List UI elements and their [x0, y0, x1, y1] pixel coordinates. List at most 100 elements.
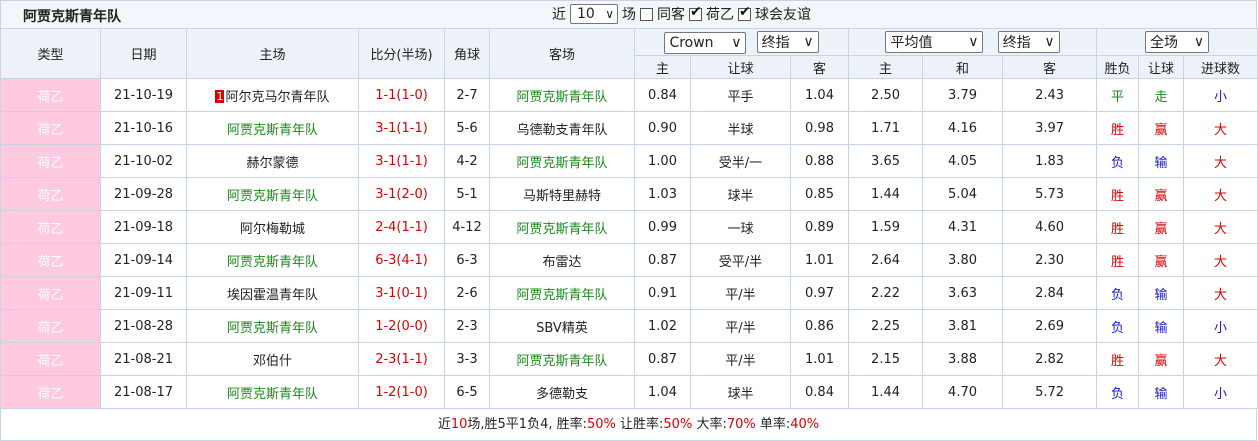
- company-select[interactable]: Crown ∨: [664, 31, 747, 54]
- league-badge[interactable]: 荷乙: [0, 276, 101, 310]
- odds-handicap: 平/半: [690, 309, 791, 343]
- away-team[interactable]: 布雷达: [489, 243, 635, 277]
- away-team[interactable]: 阿贾克斯青年队: [489, 276, 635, 310]
- goals-result: 大: [1183, 276, 1258, 310]
- home-team[interactable]: 阿贾克斯青年队: [186, 243, 359, 277]
- handicap-result: 输: [1138, 375, 1185, 409]
- home-team[interactable]: 阿尔梅勒城: [186, 210, 359, 244]
- odds-home: 0.99: [634, 210, 691, 244]
- avg-home: 2.64: [848, 243, 924, 277]
- league-badge[interactable]: 荷乙: [0, 342, 101, 376]
- league-badge[interactable]: 荷乙: [0, 309, 101, 343]
- avg-type-select[interactable]: 终指 ∨: [997, 31, 1060, 53]
- corners: 3-3: [444, 342, 490, 376]
- full-time-score: 3-1: [375, 120, 397, 136]
- away-team[interactable]: 阿贾克斯青年队: [489, 78, 635, 112]
- odds-home: 0.90: [634, 111, 691, 145]
- away-team[interactable]: 阿贾克斯青年队: [489, 342, 635, 376]
- avg-away: 2.69: [1002, 309, 1098, 343]
- away-team[interactable]: 多德勒支: [489, 375, 635, 409]
- home-team[interactable]: 埃因霍温青年队: [186, 276, 359, 310]
- away-team[interactable]: 马斯特里赫特: [489, 177, 635, 211]
- match-score[interactable]: 6-3(4-1): [358, 243, 445, 277]
- col-goals: 进球数: [1183, 55, 1258, 79]
- col-handicap-result: 让球: [1138, 55, 1185, 79]
- full-time-score: 2-4: [375, 219, 397, 235]
- home-team-name: 阿贾克斯青年队: [226, 320, 318, 336]
- league-checkbox[interactable]: [689, 4, 702, 21]
- league-badge[interactable]: 荷乙: [0, 243, 101, 277]
- summary-prefix: 近: [437, 417, 451, 432]
- avg-select[interactable]: 平均值 ∨: [885, 31, 984, 53]
- match-date: 21-09-14: [100, 243, 187, 277]
- league-badge[interactable]: 荷乙: [0, 144, 101, 178]
- col-corners: 角球: [444, 28, 490, 79]
- result: 负: [1096, 375, 1140, 409]
- avg-draw: 3.80: [922, 243, 1004, 277]
- home-team[interactable]: 邓伯什: [186, 342, 359, 376]
- home-team[interactable]: 阿贾克斯青年队: [186, 375, 359, 409]
- odds-home: 0.91: [634, 276, 691, 310]
- odds-home: 1.02: [634, 309, 691, 343]
- match-score[interactable]: 2-3(1-1): [358, 342, 445, 376]
- league-badge[interactable]: 荷乙: [0, 111, 101, 145]
- match-date: 21-08-28: [100, 309, 187, 343]
- match-score[interactable]: 3-1(2-0): [358, 177, 445, 211]
- home-team-name: 阿贾克斯青年队: [226, 122, 318, 138]
- away-team[interactable]: 阿贾克斯青年队: [489, 210, 635, 244]
- scope-select[interactable]: 全场 ∨: [1145, 31, 1210, 53]
- match-rows: 荷乙 21-10-19 1 阿尔克马尔青年队 1-1(1-0) 2-7 阿贾克斯青年队 0.8…: [0, 78, 1258, 409]
- result: 负: [1096, 144, 1140, 178]
- goals-result: 小: [1183, 309, 1258, 343]
- table-row: 荷乙 21-10-16 阿贾克斯青年队 3-1(1-1) 5-6 乌德勒支青年队 0.90 半…: [0, 111, 1258, 145]
- home-team[interactable]: 阿贾克斯青年队: [186, 111, 359, 145]
- summary-bar: 近10场,胜5平1负4, 胜率:50% 让胜率:50% 大率:70% 单率:40…: [0, 409, 1257, 441]
- match-score[interactable]: 1-1(1-0): [358, 78, 445, 112]
- handicap-result: 赢: [1138, 210, 1185, 244]
- friendly-checkbox[interactable]: [738, 4, 751, 21]
- corners: 6-5: [444, 375, 490, 409]
- home-team[interactable]: 1 阿尔克马尔青年队: [186, 78, 359, 112]
- col-home: 主场: [186, 28, 359, 79]
- league-label: 荷乙: [706, 7, 734, 23]
- handicap-result: 赢: [1138, 111, 1185, 145]
- avg-away: 2.82: [1002, 342, 1098, 376]
- handicap-result: 输: [1138, 144, 1185, 178]
- match-date: 21-09-18: [100, 210, 187, 244]
- league-badge[interactable]: 荷乙: [0, 210, 101, 244]
- same-side-checkbox[interactable]: [640, 7, 653, 21]
- match-score[interactable]: 1-2(1-0): [358, 375, 445, 409]
- goals-result: 大: [1183, 210, 1258, 244]
- full-time-score: 3-1: [375, 186, 397, 202]
- match-score[interactable]: 3-1(1-1): [358, 111, 445, 145]
- match-score[interactable]: 3-1(1-1): [358, 144, 445, 178]
- match-score[interactable]: 1-2(0-0): [358, 309, 445, 343]
- odds-away: 0.84: [789, 375, 850, 409]
- home-team[interactable]: 阿贾克斯青年队: [186, 177, 359, 211]
- scope-header: 全场 ∨: [1096, 28, 1258, 56]
- league-badge[interactable]: 荷乙: [0, 177, 101, 211]
- odds-handicap: 平手: [690, 78, 791, 112]
- league-badge[interactable]: 荷乙: [0, 78, 101, 112]
- goals-result: 大: [1183, 144, 1258, 178]
- avg-draw: 3.81: [922, 309, 1004, 343]
- league-badge[interactable]: 荷乙: [0, 375, 101, 409]
- table-row: 荷乙 21-10-19 1 阿尔克马尔青年队 1-1(1-0) 2-7 阿贾克斯青年队 0.8…: [0, 78, 1258, 112]
- odds-home: 0.87: [634, 243, 691, 277]
- home-team[interactable]: 阿贾克斯青年队: [186, 309, 359, 343]
- away-team[interactable]: 乌德勒支青年队: [489, 111, 635, 145]
- away-team[interactable]: SBV精英: [489, 309, 635, 343]
- match-date: 21-08-17: [100, 375, 187, 409]
- odds-away: 0.97: [789, 276, 850, 310]
- match-date: 21-08-21: [100, 342, 187, 376]
- summary-hcap-rate: 50%: [663, 417, 693, 432]
- match-score[interactable]: 2-4(1-1): [358, 210, 445, 244]
- home-team[interactable]: 赫尔蒙德: [186, 144, 359, 178]
- col-date: 日期: [100, 28, 187, 79]
- away-team[interactable]: 阿贾克斯青年队: [489, 144, 635, 178]
- match-score[interactable]: 3-1(0-1): [358, 276, 445, 310]
- home-team-name: 阿贾克斯青年队: [226, 386, 318, 402]
- odds-handicap: 平/半: [690, 276, 791, 310]
- match-count-select[interactable]: 10 ∨: [570, 4, 618, 24]
- odds-type-select[interactable]: 终指 ∨: [756, 30, 819, 53]
